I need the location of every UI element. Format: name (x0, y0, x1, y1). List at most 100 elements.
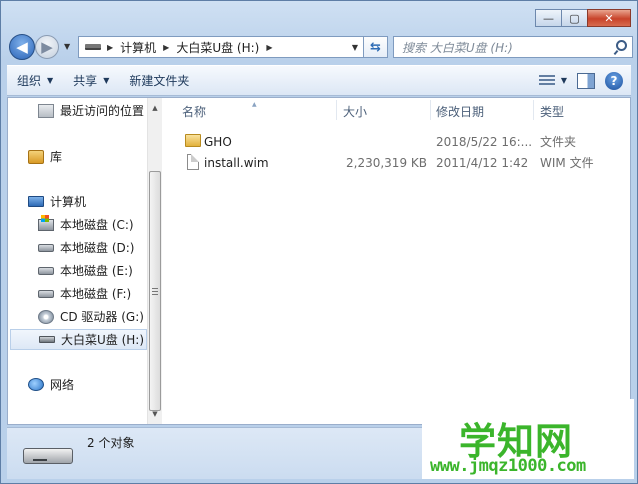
nav-item-drive-f[interactable]: 本地磁盘 (F:) (8, 283, 147, 304)
file-type: WIM 文件 (540, 156, 594, 170)
refresh-icon: ⇆ (370, 39, 381, 55)
share-label: 共享 (73, 74, 98, 88)
drive-icon (85, 44, 101, 50)
nav-item-label: CD 驱动器 (G:) (60, 310, 144, 324)
toolbar-right: ▼ ? (538, 71, 631, 90)
preview-pane-icon[interactable] (577, 72, 595, 89)
nav-item-computer[interactable]: 计算机 (8, 191, 147, 212)
nav-item-usb-drive[interactable]: 大白菜U盘 (H:) (10, 329, 147, 350)
search-icon[interactable] (616, 40, 627, 51)
column-name-label: 名称 (182, 105, 207, 119)
nav-item-label: 本地磁盘 (E:) (60, 264, 133, 278)
explorer-window: — ▢ ✕ ◀ ▶ ▼ ▶ 计算机 ▶ 大白菜U盘 (H:) ▶ ▼ ⇆ 搜索 … (0, 0, 638, 484)
column-header-row: 名称 ▲ 大小 修改日期 类型 (162, 98, 630, 122)
file-row-install-wim[interactable]: install.wim 2,230,319 KB 2011/4/12 1:42 … (162, 152, 630, 173)
nav-item-network[interactable]: 网络 (8, 374, 147, 395)
breadcrumb-computer[interactable]: 计算机 (120, 39, 156, 56)
scrollbar-thumb[interactable] (149, 171, 161, 411)
nav-item-drive-d[interactable]: 本地磁盘 (D:) (8, 237, 147, 258)
network-icon (28, 378, 44, 391)
content-area: 最近访问的位置 库 计算机 本地磁盘 (C:) 本地磁盘 (D:) 本地磁盘 (… (7, 97, 631, 425)
command-bar: 组织 ▼ 共享 ▼ 新建文件夹 ▼ ? (7, 65, 631, 96)
recent-places-icon (38, 103, 54, 118)
file-name: install.wim (204, 155, 269, 170)
organize-label: 组织 (17, 74, 42, 88)
nav-item-label: 网络 (50, 378, 75, 392)
usb-drive-icon (23, 448, 73, 464)
share-menu[interactable]: 共享 ▼ (63, 66, 119, 95)
column-name[interactable]: 名称 ▲ (182, 101, 257, 119)
watermark-url: www.jmqz1000.com (430, 456, 586, 476)
refresh-button[interactable]: ⇆ (364, 36, 388, 58)
file-icon (187, 154, 199, 170)
nav-item-label: 大白菜U盘 (H:) (61, 333, 145, 347)
change-view-icon[interactable] (538, 74, 555, 87)
close-button[interactable]: ✕ (587, 9, 631, 27)
file-name: GHO (204, 134, 232, 149)
scroll-down-arrow-icon[interactable]: ▼ (148, 406, 162, 422)
file-type: 文件夹 (540, 135, 577, 149)
nav-item-label: 库 (50, 150, 63, 164)
nav-item-cd-drive[interactable]: CD 驱动器 (G:) (8, 306, 147, 327)
nav-item-recent-places[interactable]: 最近访问的位置 (8, 100, 147, 121)
navigation-row: ◀ ▶ ▼ ▶ 计算机 ▶ 大白菜U盘 (H:) ▶ ▼ ⇆ 搜索 大白菜U盘 … (7, 33, 633, 61)
watermark: 学知网 www.jmqz1000.com (422, 399, 634, 479)
scroll-up-arrow-icon[interactable]: ▲ (148, 100, 162, 116)
nav-item-label: 本地磁盘 (D:) (60, 241, 135, 255)
navigation-pane-scrollbar[interactable]: ▲ ▼ (147, 98, 162, 424)
maximize-button[interactable]: ▢ (561, 9, 588, 27)
arrow-right-icon: ▶ (41, 38, 53, 56)
search-input[interactable]: 搜索 大白菜U盘 (H:) (393, 36, 633, 58)
column-divider[interactable] (336, 100, 337, 120)
address-bar[interactable]: ▶ 计算机 ▶ 大白菜U盘 (H:) ▶ ▼ (78, 36, 364, 58)
drive-icon (38, 266, 54, 275)
nav-item-drive-c[interactable]: 本地磁盘 (C:) (8, 214, 147, 235)
file-size: 2,230,319 KB (346, 155, 427, 170)
help-icon[interactable]: ? (605, 71, 623, 90)
navigation-pane: 最近访问的位置 库 计算机 本地磁盘 (C:) 本地磁盘 (D:) 本地磁盘 (… (8, 98, 162, 424)
nav-item-label: 本地磁盘 (C:) (60, 218, 134, 232)
file-modified: 2011/4/12 1:42 (436, 155, 529, 170)
chevron-right-icon[interactable]: ▶ (107, 43, 113, 52)
caret-down-icon: ▼ (103, 76, 110, 85)
file-row-gho[interactable]: GHO 2018/5/22 16:... 文件夹 (162, 131, 630, 152)
breadcrumb-usb-drive[interactable]: 大白菜U盘 (H:) (176, 39, 259, 56)
drive-icon (38, 243, 54, 252)
arrow-left-icon: ◀ (16, 38, 28, 56)
system-drive-icon (38, 214, 54, 231)
minimize-button[interactable]: — (535, 9, 562, 27)
file-modified: 2018/5/22 16:... (436, 134, 533, 149)
usb-drive-icon (39, 336, 55, 343)
column-type[interactable]: 类型 (540, 103, 564, 119)
chevron-right-icon[interactable]: ▶ (163, 43, 169, 52)
recent-pages-dropdown-icon[interactable]: ▼ (64, 42, 70, 51)
folder-icon (185, 134, 201, 147)
drive-icon (38, 289, 54, 298)
back-button[interactable]: ◀ (9, 34, 35, 60)
computer-icon (28, 196, 44, 207)
caption-buttons: — ▢ ✕ (535, 9, 631, 27)
chevron-right-icon[interactable]: ▶ (266, 43, 272, 52)
library-icon (28, 149, 44, 164)
new-folder-button[interactable]: 新建文件夹 (119, 66, 199, 95)
item-count: 2 个对象 (87, 436, 135, 450)
forward-button[interactable]: ▶ (35, 35, 59, 59)
nav-item-label: 最近访问的位置 (60, 104, 145, 118)
column-divider[interactable] (430, 100, 431, 120)
address-history-dropdown-icon[interactable]: ▼ (352, 43, 358, 52)
nav-item-libraries[interactable]: 库 (8, 146, 147, 167)
column-size[interactable]: 大小 (343, 103, 367, 119)
search-placeholder: 搜索 大白菜U盘 (H:) (402, 40, 513, 55)
column-divider[interactable] (533, 100, 534, 120)
sort-ascending-icon: ▲ (252, 101, 257, 108)
column-modified[interactable]: 修改日期 (436, 103, 484, 119)
grip-icon (152, 287, 158, 295)
nav-item-drive-e[interactable]: 本地磁盘 (E:) (8, 260, 147, 281)
nav-item-label: 计算机 (50, 195, 87, 209)
nav-item-label: 本地磁盘 (F:) (60, 287, 132, 301)
organize-menu[interactable]: 组织 ▼ (7, 66, 63, 95)
caret-down-icon: ▼ (47, 76, 54, 85)
view-options-caret-icon[interactable]: ▼ (561, 76, 567, 85)
new-folder-label: 新建文件夹 (129, 74, 190, 88)
cd-drive-icon (38, 309, 54, 324)
